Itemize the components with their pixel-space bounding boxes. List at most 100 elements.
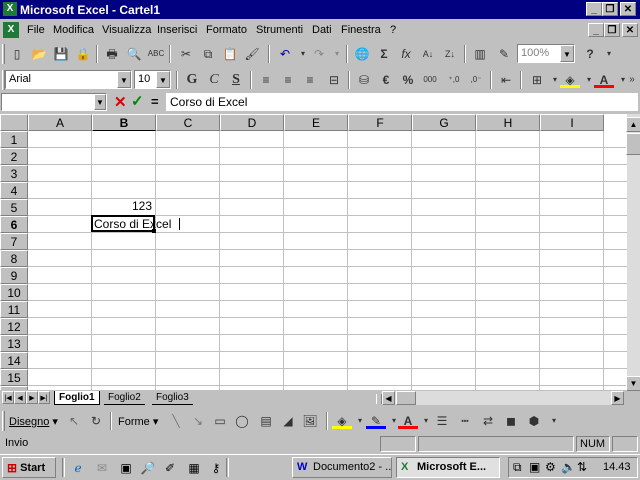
task-button-word[interactable]: W Documento2 - ... [292, 457, 392, 478]
sheet-tab-foglio3[interactable]: Foglio3 [152, 391, 193, 405]
spellcheck-icon[interactable]: ABC [146, 45, 166, 63]
redo-dropdown-icon[interactable]: ▾ [327, 45, 347, 63]
row-header-11[interactable]: 11 [0, 301, 28, 318]
desktop-icon[interactable]: ▣ [118, 460, 134, 476]
column-header-c[interactable]: C [156, 114, 220, 131]
workbook-icon[interactable]: X [3, 22, 19, 38]
explorer-icon[interactable]: 🔎 [140, 460, 156, 476]
chevron-down-icon[interactable]: ▼ [94, 94, 106, 110]
font-size-combo[interactable]: 10 ▼ [134, 70, 171, 89]
oval-icon[interactable]: ◯ [232, 412, 252, 430]
chart-wizard-icon[interactable]: ▥ [470, 45, 490, 63]
volume-icon[interactable]: 🔈 [561, 460, 576, 474]
draw-fill-color-icon[interactable]: ◈ [332, 412, 352, 429]
draw-menu-button[interactable]: Disegno ▾ [9, 415, 58, 428]
new-icon[interactable]: ▯ [7, 45, 27, 63]
first-sheet-icon[interactable]: |◀ [2, 391, 14, 404]
textbox-icon[interactable]: ▤ [256, 412, 276, 430]
drawing-toggle-icon[interactable]: ✎ [494, 45, 514, 63]
tray-icon-5[interactable]: ⇅ [577, 460, 587, 474]
menu-formato[interactable]: Formato [206, 24, 247, 36]
bold-button[interactable]: G [182, 71, 202, 89]
row-header-4[interactable]: 4 [0, 182, 28, 199]
font-color-icon[interactable]: A [594, 71, 614, 88]
column-header-i[interactable]: I [540, 114, 604, 131]
fill-color-icon[interactable]: ◈ [560, 71, 580, 88]
horizontal-scrollbar[interactable] [382, 391, 624, 405]
worksheet-grid[interactable]: ABCDEFGHI 12345678910111213141516 123 Co… [0, 114, 627, 390]
merge-center-icon[interactable]: ⊟ [324, 71, 344, 89]
notepad-icon[interactable]: ✐ [162, 460, 178, 476]
chevron-down-icon[interactable]: ▼ [117, 71, 131, 88]
doc-close-button[interactable]: ✕ [622, 23, 638, 37]
column-header-b[interactable]: B [92, 114, 156, 131]
vertical-scroll-thumb[interactable] [626, 133, 640, 155]
excel-icon[interactable]: X [3, 2, 17, 16]
align-center-icon[interactable]: ≡ [278, 71, 298, 89]
format-painter-icon[interactable]: 🖌 [242, 45, 262, 63]
media-icon[interactable]: ⚷ [208, 460, 224, 476]
undo-icon[interactable]: ↶ [275, 45, 295, 63]
decrease-decimal-icon[interactable]: ,0⁻ [466, 71, 486, 89]
cancel-icon[interactable]: ✕ [114, 93, 127, 111]
arrow-style-icon[interactable]: ⇄ [478, 412, 498, 430]
scroll-left-icon[interactable]: ◀ [382, 391, 395, 405]
chevron-down-icon[interactable]: ▼ [560, 45, 574, 62]
doc-restore-button[interactable]: ❐ [604, 23, 620, 37]
outlook-icon[interactable]: ✉ [94, 460, 110, 476]
zoom-combo[interactable]: 100% ▼ [517, 44, 575, 63]
menu-inserisci[interactable]: Inserisci [157, 24, 197, 36]
line-color-icon[interactable]: ✎ [366, 412, 386, 429]
autosum-icon[interactable]: Σ [374, 45, 394, 63]
3d-icon[interactable]: ⬢ [524, 412, 544, 430]
align-right-icon[interactable]: ≡ [300, 71, 320, 89]
menu-finestra[interactable]: Finestra [341, 24, 381, 36]
fill-handle[interactable] [152, 229, 156, 233]
edit-formula-button[interactable]: = [151, 94, 159, 109]
paste-icon[interactable]: 📋 [220, 45, 240, 63]
redo-icon[interactable]: ↷ [309, 45, 329, 63]
row-header-7[interactable]: 7 [0, 233, 28, 250]
sort-desc-icon[interactable]: Z↓ [440, 45, 460, 63]
restore-button[interactable]: ❐ [602, 2, 618, 16]
tray-icon-1[interactable]: ⧉ [513, 460, 522, 475]
sort-asc-icon[interactable]: A↓ [418, 45, 438, 63]
font-combo[interactable]: Arial ▼ [5, 70, 132, 89]
arrow-icon[interactable]: ↘ [188, 412, 208, 430]
copy-icon[interactable]: ⧉ [198, 45, 218, 63]
office-icon[interactable]: ▦ [186, 460, 202, 476]
rectangle-icon[interactable]: ▭ [210, 412, 230, 430]
scroll-right-icon[interactable]: ▶ [611, 391, 624, 405]
clipart-icon[interactable]: 🖼 [300, 412, 320, 430]
free-rotate-icon[interactable]: ↻ [86, 412, 106, 430]
tray-icon-2[interactable]: ▣ [529, 460, 540, 474]
row-header-14[interactable]: 14 [0, 352, 28, 369]
menu-strumenti[interactable]: Strumenti [256, 24, 303, 36]
column-header-d[interactable]: D [220, 114, 284, 131]
horizontal-scroll-thumb[interactable] [396, 391, 416, 405]
hyperlink-icon[interactable]: 🌐 [352, 45, 372, 63]
print-icon[interactable]: 🖶 [102, 45, 122, 63]
chevron-down-icon[interactable]: ▼ [156, 71, 170, 88]
borders-icon[interactable]: ⊞ [527, 71, 547, 89]
column-header-a[interactable]: A [28, 114, 92, 131]
row-header-5[interactable]: 5 [0, 199, 28, 216]
row-header-9[interactable]: 9 [0, 267, 28, 284]
vertical-scrollbar[interactable] [627, 114, 640, 390]
help-dropdown-icon[interactable]: ▾ [599, 45, 619, 63]
menu-visualizza[interactable]: Visualizza [102, 24, 151, 36]
wordart-icon[interactable]: ◢ [278, 412, 298, 430]
underline-button[interactable]: S [226, 71, 246, 89]
scroll-up-icon[interactable]: ▲ [626, 117, 640, 132]
row-header-10[interactable]: 10 [0, 284, 28, 301]
cell-b5[interactable]: 123 [92, 199, 152, 213]
row-header-13[interactable]: 13 [0, 335, 28, 352]
column-header-f[interactable]: F [348, 114, 412, 131]
select-objects-icon[interactable]: ↖ [64, 412, 84, 430]
active-cell-b6[interactable]: Corso di Excel [91, 215, 180, 233]
minimize-button[interactable]: _ [586, 2, 602, 16]
prev-sheet-icon[interactable]: ◀ [14, 391, 26, 404]
close-button[interactable]: ✕ [620, 2, 636, 16]
line-style-icon[interactable]: ☰ [432, 412, 452, 430]
cut-icon[interactable]: ✂ [176, 45, 196, 63]
